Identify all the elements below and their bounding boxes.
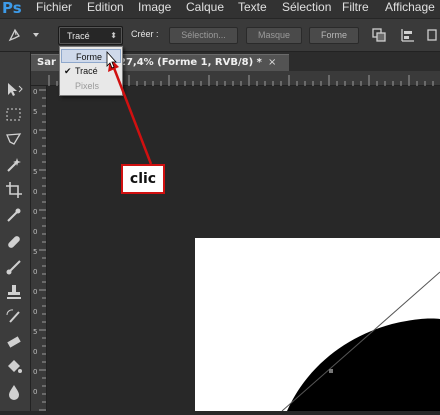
- ruler-label: 5: [33, 248, 37, 256]
- tools-panel: [0, 52, 31, 411]
- crop-icon: [6, 182, 22, 198]
- healing-brush-tool[interactable]: [4, 232, 24, 252]
- dropdown-item-trace[interactable]: ✔ Tracé: [61, 64, 121, 78]
- crop-tool[interactable]: [4, 180, 24, 200]
- eraser-icon: [7, 336, 21, 348]
- ruler-label: 0: [33, 88, 37, 96]
- ruler-label: 0: [33, 308, 37, 316]
- document-tab-title: 27,4% (Forme 1, RVB/8) *: [119, 57, 262, 68]
- magic-wand-tool[interactable]: [4, 155, 24, 175]
- selection-button[interactable]: Sélection...: [169, 27, 238, 44]
- eyedropper-tool[interactable]: [4, 205, 24, 225]
- ruler-label: 0: [33, 228, 37, 236]
- blur-icon: [9, 385, 19, 400]
- menu-affichage[interactable]: Affichage: [385, 0, 435, 15]
- eyedropper-icon: [7, 208, 21, 222]
- move-tool[interactable]: [4, 80, 24, 100]
- photoshop-logo: Ps: [2, 0, 22, 17]
- dropdown-item-forme[interactable]: Forme: [61, 49, 121, 63]
- anchor-point: [329, 369, 333, 373]
- dropdown-item-pixels: Pixels: [61, 79, 121, 93]
- ruler-label: 0: [33, 348, 37, 356]
- menu-edition[interactable]: Edition: [87, 0, 124, 15]
- ruler-label: 0: [33, 208, 37, 216]
- history-brush-tool[interactable]: [4, 307, 24, 327]
- ruler-label: 0: [33, 148, 37, 156]
- mask-button[interactable]: Masque: [246, 27, 302, 44]
- select-arrows-icon: ⬍: [110, 31, 117, 40]
- ruler-label: 0: [33, 268, 37, 276]
- marquee-icon: [6, 108, 21, 121]
- ruler-label: 0: [33, 188, 37, 196]
- create-label: Créer :: [131, 29, 159, 39]
- brush-tool[interactable]: [4, 257, 24, 277]
- ruler-label: 5: [33, 108, 37, 116]
- ruler-corner: [31, 71, 47, 86]
- menu-texte[interactable]: Texte: [238, 0, 267, 15]
- ruler-label: 5: [33, 168, 37, 176]
- shape-button[interactable]: Forme: [309, 27, 359, 44]
- paint-bucket-tool[interactable]: [4, 357, 24, 377]
- menu-image[interactable]: Image: [138, 0, 171, 15]
- canvas-area[interactable]: [47, 86, 440, 411]
- lasso-tool[interactable]: [4, 130, 24, 150]
- ruler-left: 0 5 0 0 5 0 0 0 5 0 0 0 5 0 0 0: [31, 86, 47, 411]
- document-tab-prefix: Sar: [37, 57, 56, 68]
- lasso-icon: [6, 133, 22, 145]
- menu-calque[interactable]: Calque: [186, 0, 224, 15]
- ruler-label: 0: [33, 368, 37, 376]
- dropdown-item-label: Tracé: [75, 66, 98, 76]
- path-alignment-icon[interactable]: [400, 27, 416, 43]
- menu-fichier[interactable]: Fichier: [36, 0, 72, 15]
- history-brush-icon: [6, 309, 20, 323]
- dropdown-item-label: Forme: [76, 52, 103, 62]
- brush-icon: [6, 260, 21, 275]
- menu-selection[interactable]: Sélection: [282, 0, 331, 15]
- eraser-tool[interactable]: [4, 332, 24, 352]
- path-operations-icon[interactable]: [371, 27, 387, 43]
- mode-select[interactable]: Tracé ⬍: [58, 26, 123, 45]
- ruler-label: 5: [33, 328, 37, 336]
- ruler-label: 0: [33, 288, 37, 296]
- mode-select-value: Tracé: [67, 31, 90, 41]
- menu-filtre[interactable]: Filtre: [342, 0, 369, 15]
- paint-bucket-icon: [8, 360, 22, 373]
- annotation-callout: clic: [121, 164, 165, 194]
- checkmark-icon: ✔: [64, 66, 72, 76]
- mode-dropdown-menu: Forme ✔ Tracé Pixels: [59, 46, 123, 96]
- path-arrangement-icon[interactable]: [426, 27, 440, 43]
- tool-preset-picker[interactable]: [6, 26, 40, 44]
- marquee-tool[interactable]: [4, 105, 24, 125]
- magic-wand-icon: [7, 158, 21, 172]
- stamp-icon: [7, 285, 21, 299]
- menu-bar: Ps Fichier Edition Image Calque Texte Sé…: [0, 0, 440, 19]
- dropdown-item-label: Pixels: [75, 81, 100, 91]
- ruler-label: 0: [33, 388, 37, 396]
- pen-tool-icon: [8, 28, 39, 42]
- clone-stamp-tool[interactable]: [4, 282, 24, 302]
- close-icon[interactable]: ×: [268, 55, 276, 71]
- bandage-icon: [8, 236, 20, 248]
- ruler-label: 0: [33, 128, 37, 136]
- blur-tool[interactable]: [4, 382, 24, 402]
- move-icon: [8, 83, 23, 96]
